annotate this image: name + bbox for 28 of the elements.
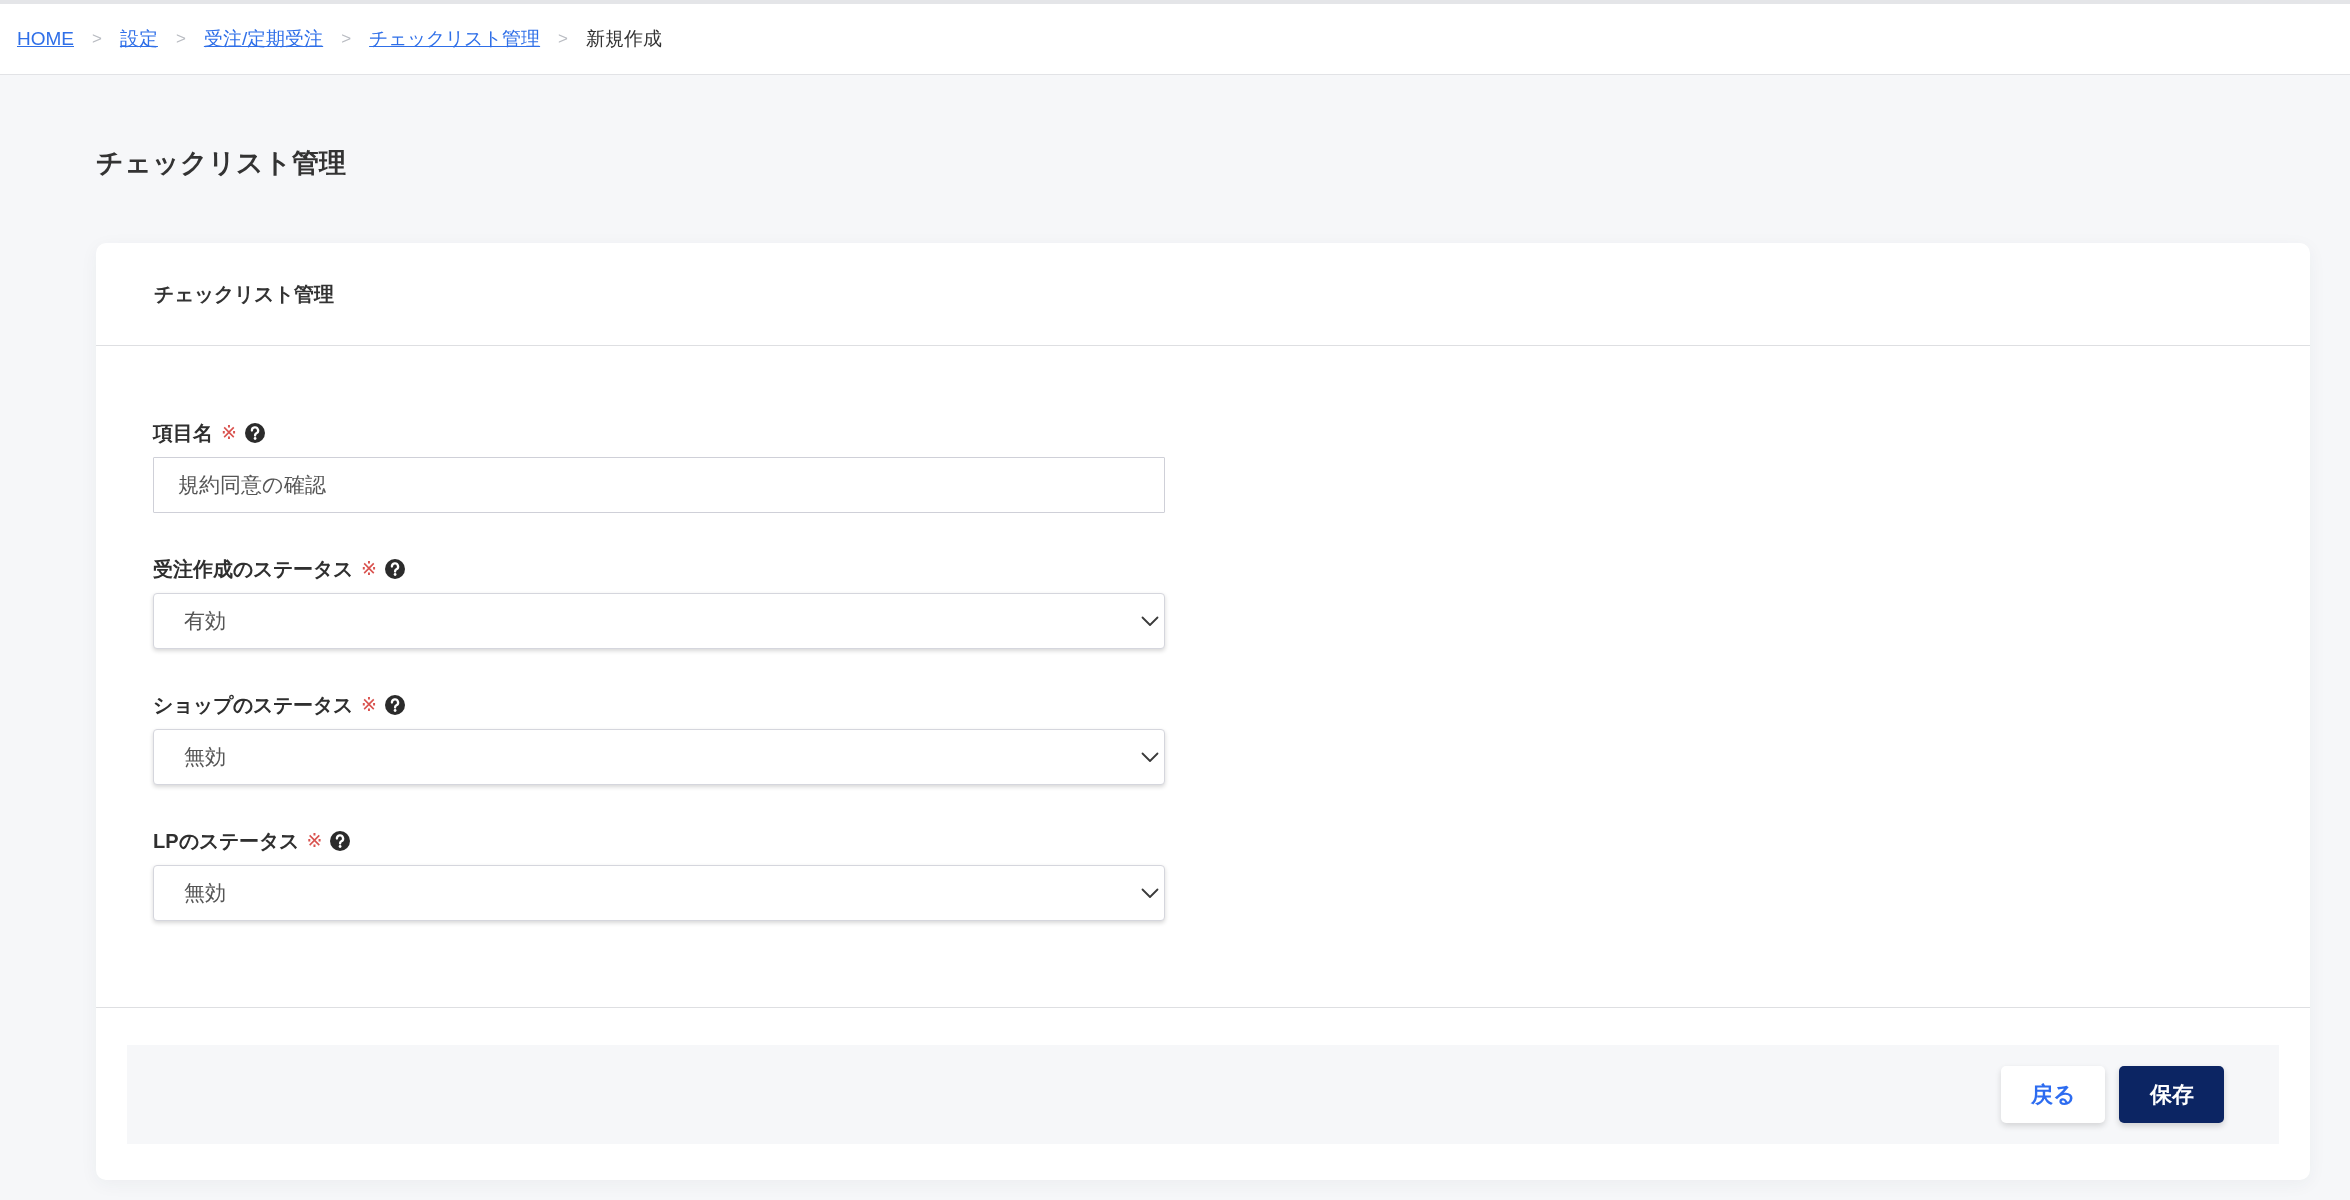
breadcrumb-link[interactable]: 受注/定期受注 [203, 26, 324, 52]
breadcrumb-link[interactable]: チェックリスト管理 [369, 26, 541, 52]
breadcrumb-separator: > [558, 29, 569, 49]
text-input-field[interactable]: 規約同意の確認 [153, 457, 1165, 513]
back-button[interactable]: 戻る [2001, 1066, 2105, 1123]
breadcrumb-separator: > [341, 29, 352, 49]
breadcrumb-separator: > [175, 29, 186, 49]
field-label: 受注作成のステータス [153, 557, 353, 582]
chevron-down-icon [1141, 751, 1159, 763]
card-title: チェックリスト管理 [154, 281, 334, 307]
field-label: ショップのステータス [153, 693, 353, 718]
breadcrumb-link[interactable]: HOME [17, 28, 74, 50]
breadcrumb-link[interactable]: 設定 [119, 26, 158, 52]
breadcrumb-current: 新規作成 [586, 27, 663, 51]
breadcrumb-separator: > [92, 29, 102, 49]
required-mark: ※ [361, 557, 377, 581]
status-dropdown[interactable]: 無効 [153, 865, 1165, 921]
required-mark: ※ [361, 693, 377, 717]
required-mark: ※ [221, 421, 237, 445]
status-dropdown[interactable]: 有効 [153, 593, 1165, 649]
field-label: 項目名 [153, 421, 213, 446]
chevron-down-icon [1141, 615, 1159, 627]
status-dropdown[interactable]: 無効 [153, 729, 1165, 785]
save-button[interactable]: 保存 [2119, 1066, 2224, 1123]
page-title: チェックリスト管理 [96, 147, 346, 180]
field-label: LPのステータス [153, 829, 299, 854]
chevron-down-icon [1141, 887, 1159, 899]
required-mark: ※ [306, 829, 323, 853]
